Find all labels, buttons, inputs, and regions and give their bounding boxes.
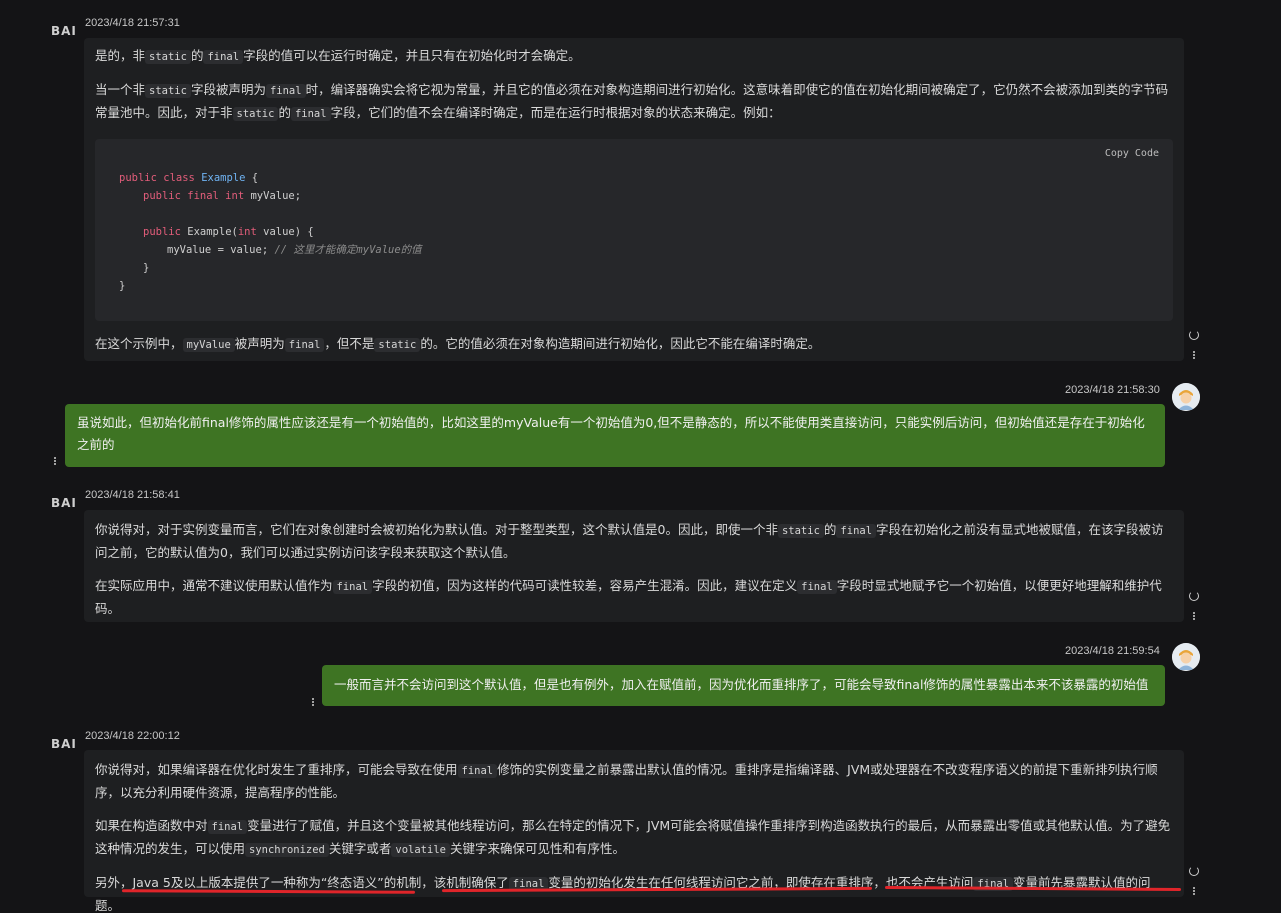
bot-message: 是的，非 static 的 final 字段的值可以在运行时确定，并且只有在初始化时才会… — [84, 38, 1184, 361]
message-paragraph: 如果在构造函数中对 final 变量进行了赋值，并且这个变量被其他线程访问，那么在特… — [95, 818, 1171, 857]
bot-logo: BAI — [51, 24, 77, 38]
code-line: public Example(int value) { — [143, 226, 314, 238]
inline-code: final — [457, 764, 498, 778]
inline-code: final — [332, 580, 373, 594]
more-options-icon[interactable] — [1192, 611, 1196, 621]
more-options-icon[interactable] — [1192, 350, 1196, 360]
bot-logo: BAI — [51, 496, 77, 510]
inline-code: volatile — [391, 843, 450, 857]
message-paragraph: 你说得对，对于实例变量而言，它们在对象创建时会被初始化为默认值。对于整型类型，这… — [95, 522, 1164, 560]
message-timestamp: 2023/4/18 21:58:41 — [85, 489, 180, 501]
user-avatar — [1172, 383, 1200, 411]
more-options-icon[interactable] — [1192, 886, 1196, 896]
inline-code: static — [145, 84, 191, 98]
message-paragraph: 在实际应用中，通常不建议使用默认值作为 final 字段的初值，因为这样的代码可读性… — [95, 578, 1162, 616]
code-line: } — [143, 262, 150, 274]
more-options-icon[interactable] — [311, 697, 315, 707]
inline-code: myValue — [182, 338, 235, 352]
user-message: 一般而言并不会访问到这个默认值，但是也有例外，加入在赋值前，因为优化而重排序了，… — [322, 665, 1165, 706]
regenerate-icon[interactable] — [1189, 866, 1199, 876]
bot-message: 你说得对，如果编译器在优化时发生了重排序，可能会导致在使用 final 修饰的实例变… — [84, 750, 1184, 913]
message-timestamp: 2023/4/18 21:57:31 — [85, 17, 180, 29]
inline-code: static — [232, 107, 279, 121]
message-timestamp: 2023/4/18 22:00:12 — [85, 730, 180, 742]
code-line: public final int myValue; — [143, 190, 302, 202]
bot-logo: BAI — [51, 737, 77, 751]
user-avatar — [1172, 643, 1200, 671]
regenerate-icon[interactable] — [1189, 330, 1199, 340]
inline-code: final — [207, 820, 248, 834]
code-line: } — [119, 280, 126, 292]
code-block: Copy Code public class Example { public … — [95, 139, 1173, 321]
inline-code: static — [145, 50, 191, 64]
copy-code-button[interactable]: Copy Code — [1105, 145, 1159, 163]
user-message: 虽说如此，但初始化前final修饰的属性应该还是有一个初始值的，比如这里的myV… — [65, 404, 1165, 467]
inline-code: final — [290, 107, 331, 121]
inline-code: final — [836, 524, 877, 538]
inline-code: final — [265, 84, 306, 98]
message-paragraph: 在这个示例中， myValue 被声明为 final ，但不是 static 的。它的值必须… — [95, 336, 821, 352]
message-paragraph: 是的，非 static 的 final 字段的值可以在运行时确定，并且只有在初始化时才会… — [95, 48, 581, 64]
more-options-icon[interactable] — [53, 456, 57, 466]
message-timestamp: 2023/4/18 21:58:30 — [1065, 384, 1160, 396]
inline-code: final — [797, 580, 837, 594]
code-line: public class Example { — [119, 172, 259, 184]
message-paragraph: 当一个非 static 字段被声明为 final 时，编译器确实会将它视为常量，并且它的… — [95, 82, 1169, 121]
message-paragraph: 你说得对，如果编译器在优化时发生了重排序，可能会导致在使用 final 修饰的实例变… — [95, 762, 1158, 800]
message-timestamp: 2023/4/18 21:59:54 — [1065, 645, 1160, 657]
inline-code: synchronized — [245, 843, 329, 857]
bot-message: 你说得对，对于实例变量而言，它们在对象创建时会被初始化为默认值。对于整型类型，这… — [84, 510, 1184, 622]
code-line: myValue = value; // 这里才能确定myValue的值 — [167, 244, 422, 256]
inline-code: static — [374, 338, 421, 352]
inline-code: final — [203, 50, 244, 64]
inline-code: final — [284, 338, 325, 352]
inline-code: static — [777, 524, 824, 538]
regenerate-icon[interactable] — [1189, 591, 1199, 601]
